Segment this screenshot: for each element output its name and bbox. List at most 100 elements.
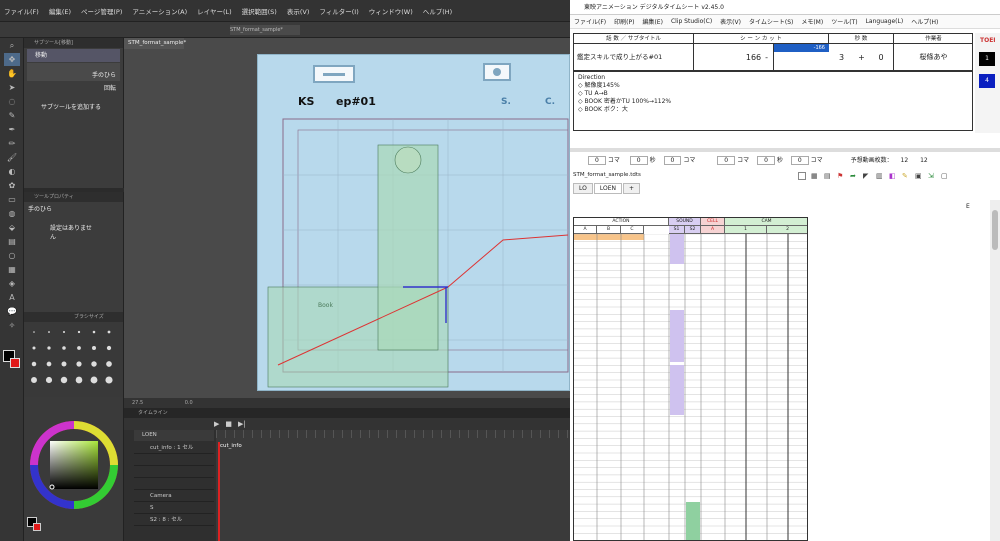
cs-menu-item[interactable]: フィルター(I) xyxy=(319,6,358,16)
ts-menu-item[interactable]: ヘルプ(H) xyxy=(911,17,938,26)
sheet-icon[interactable]: ▦ xyxy=(811,172,819,180)
ts-menu-item[interactable]: Clip Studio(C) xyxy=(671,18,712,25)
ts-menu-item[interactable]: 表示(V) xyxy=(720,17,741,26)
ts-koma-input-2[interactable]: 0 xyxy=(663,156,682,165)
timeline-layer-4[interactable] xyxy=(134,478,214,490)
ts-frames[interactable]: 0 xyxy=(869,44,894,71)
ts-cut-box[interactable]: -166 xyxy=(774,44,829,52)
subtool-move[interactable]: 移動 xyxy=(27,49,120,62)
ts-h-s2: S2 xyxy=(685,226,701,234)
doc-tab[interactable]: STM_format_sample* xyxy=(124,38,186,49)
cs-menu-item[interactable]: ファイル(F) xyxy=(4,6,39,16)
fill-icon[interactable]: ⬙ xyxy=(4,221,20,234)
correct-line-icon[interactable]: ✧ xyxy=(4,319,20,332)
pen-icon[interactable]: ✒ xyxy=(4,123,20,136)
ts-tab-add[interactable]: + xyxy=(623,183,641,194)
timeline-layer-s2[interactable]: S2 : 8 : セル xyxy=(134,514,214,526)
magnify-icon[interactable]: ⌕ xyxy=(4,39,20,52)
ts-side-btn-4[interactable]: 4 xyxy=(979,74,995,88)
timeline-layer-3[interactable] xyxy=(134,466,214,478)
cs-menu-item[interactable]: アニメーション(A) xyxy=(132,6,187,16)
cs-menu-item[interactable]: ウィンドウ(W) xyxy=(369,6,413,16)
eyedropper-icon[interactable]: ✎ xyxy=(4,109,20,122)
ts-sec[interactable]: 3 xyxy=(829,44,854,71)
ts-scrollbar[interactable] xyxy=(990,200,1000,541)
arrow-icon[interactable]: ➦ xyxy=(850,172,858,180)
pencil-icon[interactable]: ✏ xyxy=(4,137,20,150)
ts-subtitle[interactable]: 鑑定スキルで成り上がる#01 xyxy=(574,44,694,71)
ruler-icon[interactable]: ◈ xyxy=(4,277,20,290)
timeline-layer-camera[interactable]: Camera xyxy=(134,490,214,502)
lasso-icon[interactable]: ◌ xyxy=(4,95,20,108)
operation-icon[interactable]: ➤ xyxy=(4,81,20,94)
doc-icon[interactable]: ▣ xyxy=(915,172,923,180)
cs-menu-item[interactable]: 選択範囲(S) xyxy=(242,6,277,16)
cs-menu-item[interactable]: 編集(E) xyxy=(49,6,71,16)
ts-koma-input-3[interactable]: 0 xyxy=(717,156,736,165)
play-icon[interactable]: ▶ xyxy=(214,420,219,428)
figure-icon[interactable]: ○ xyxy=(4,249,20,262)
brush-size-grid[interactable] xyxy=(24,322,124,394)
ts-direction-box[interactable]: Direction ◇ 解像度145% ◇ TU A→B ◇ BOOK 密着かT… xyxy=(573,71,973,131)
ts-menu-item[interactable]: 編集(E) xyxy=(642,17,662,26)
ts-koma-input-4[interactable]: 0 xyxy=(790,156,809,165)
ts-menu-item[interactable]: ツール(T) xyxy=(831,17,857,26)
eraser-icon[interactable]: ▭ xyxy=(4,193,20,206)
timeline-layer-1[interactable]: cut_info : 1 セル xyxy=(134,442,214,454)
timeline-layer-s[interactable]: S xyxy=(134,502,214,514)
flag-icon[interactable]: ⚑ xyxy=(837,172,845,180)
frame-icon[interactable]: ▦ xyxy=(4,263,20,276)
subtool-header: サブツール[移動] xyxy=(24,38,123,48)
cs-menu-item[interactable]: ページ管理(P) xyxy=(81,6,122,16)
subtool-rotate[interactable]: 回転 xyxy=(27,82,120,95)
timeline-track[interactable]: LOEN xyxy=(134,430,214,441)
timeline-layer-2[interactable] xyxy=(134,454,214,466)
move-icon[interactable]: ✥ xyxy=(4,53,20,66)
ts-tab-loen[interactable]: LOEN xyxy=(593,183,622,194)
ts-sheet-grid[interactable]: ACTION SOUND CELL CAM A B C S1 S2 A 1 2 xyxy=(573,217,808,541)
palette-icon[interactable]: ◧ xyxy=(889,172,897,180)
ts-tab-lo[interactable]: LO xyxy=(573,183,593,194)
grid2-icon[interactable]: ▥ xyxy=(876,172,884,180)
grid-icon[interactable]: ▤ xyxy=(824,172,832,180)
ts-worker[interactable]: 桜條あや xyxy=(894,44,973,71)
layout-icon[interactable]: ▢ xyxy=(941,172,949,180)
cs-menu-item[interactable]: 表示(V) xyxy=(287,6,310,16)
ts-sec-input-2[interactable]: 0 xyxy=(757,156,775,165)
checkbox-icon[interactable] xyxy=(798,172,806,180)
blend-icon[interactable]: ◍ xyxy=(4,207,20,220)
balloon-icon[interactable]: 💬 xyxy=(4,305,20,318)
ts-cut[interactable]: 166 xyxy=(734,44,774,71)
ts-menu-item[interactable]: ファイル(F) xyxy=(574,17,606,26)
ts-menu-item[interactable]: タイムシート(S) xyxy=(749,17,793,26)
ts-sec-input[interactable]: 0 xyxy=(629,156,648,165)
brush-icon[interactable]: 🖌 xyxy=(4,151,20,164)
cs-menu-item[interactable]: レイヤー(L) xyxy=(197,6,232,16)
next-icon[interactable]: ▶| xyxy=(238,420,246,428)
rotation-value[interactable]: 0.0 xyxy=(185,400,193,406)
decoration-icon[interactable]: ✿ xyxy=(4,179,20,192)
stop-icon[interactable]: ■ xyxy=(225,420,232,428)
ts-side-btn-1[interactable]: 1 xyxy=(979,52,995,66)
color-sub-icon[interactable] xyxy=(33,523,41,531)
color-wheel[interactable] xyxy=(26,413,126,523)
timeline-frames[interactable]: cut_info xyxy=(216,430,570,541)
brush-header: ブラシサイズ xyxy=(24,312,123,322)
ts-menu-item[interactable]: 印刷(P) xyxy=(614,17,634,26)
add-subtool-button[interactable]: サブツールを追加する xyxy=(27,101,120,114)
sub-color-swatch[interactable] xyxy=(10,358,20,368)
ts-menu-item[interactable]: Language(L) xyxy=(866,18,904,25)
export-icon[interactable]: ⇲ xyxy=(928,172,936,180)
text-icon[interactable]: A xyxy=(4,291,20,304)
ts-koma-input-1[interactable]: 0 xyxy=(588,156,606,165)
subtool-hand[interactable]: 手のひら xyxy=(27,63,120,81)
zoom-value[interactable]: 27.5 xyxy=(132,400,143,406)
airbrush-icon[interactable]: ◐ xyxy=(4,165,20,178)
note-icon[interactable]: ✎ xyxy=(902,172,910,180)
cs-menu-item[interactable]: ヘルプ(H) xyxy=(423,6,452,16)
drawing-canvas[interactable]: KS ep#01 S. C. Book xyxy=(257,54,570,391)
gradient-icon[interactable]: ▤ xyxy=(4,235,20,248)
ts-menu-item[interactable]: メモ(M) xyxy=(801,17,823,26)
tag-icon[interactable]: ◤ xyxy=(863,172,871,180)
hand-icon[interactable]: ✋ xyxy=(4,67,20,80)
